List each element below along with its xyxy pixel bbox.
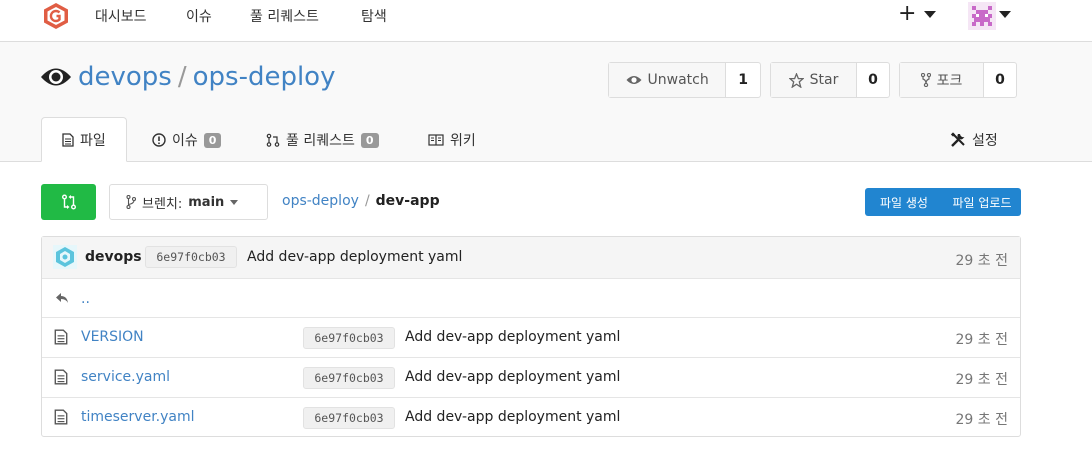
file-row: VERSION 6e97f0cb03 Add dev-app deploymen… [42, 317, 1020, 357]
file-icon [62, 132, 74, 147]
tab-pull-requests[interactable]: 풀 리퀘스트 0 [266, 117, 379, 163]
file-icon [54, 409, 68, 425]
fork-button[interactable]: 포크 [900, 63, 984, 97]
branch-selector[interactable]: 브렌치: main [109, 184, 268, 220]
eye-icon [41, 68, 71, 86]
repo-header: devops / ops-deploy Unwatch 1 Star 0 포크 0 … [0, 42, 1092, 162]
star-count[interactable]: 0 [857, 63, 889, 97]
repo-owner-link[interactable]: devops [78, 62, 172, 92]
logo-icon[interactable] [42, 2, 70, 30]
breadcrumb-root-link[interactable]: ops-deploy [282, 193, 359, 209]
fork-count[interactable]: 0 [984, 63, 1016, 97]
issues-count-badge: 0 [203, 132, 222, 148]
commit-author[interactable]: devops [85, 249, 142, 265]
fork-label: 포크 [936, 73, 963, 89]
top-navbar: 대시보드 이슈 풀 리퀘스트 탐색 + [0, 0, 1092, 42]
file-table: devops 6e97f0cb03 Add dev-app deployment… [41, 236, 1021, 437]
star-icon [788, 72, 804, 88]
breadcrumb-current: dev-app [375, 193, 440, 209]
repo-name-link[interactable]: ops-deploy [193, 62, 336, 92]
pulls-count-badge: 0 [360, 132, 379, 148]
commit-time: 29 초 전 [955, 253, 1008, 269]
chevron-down-icon [230, 199, 239, 205]
tab-wiki[interactable]: 위키 [428, 117, 476, 163]
tab-files[interactable]: 파일 [41, 117, 127, 162]
star-button-group: Star 0 [770, 62, 890, 98]
book-icon [428, 134, 444, 146]
unwatch-label: Unwatch [647, 72, 709, 88]
branch-label: 브렌치: [142, 196, 183, 212]
create-new-button[interactable]: + [898, 2, 916, 26]
eye-icon [626, 76, 641, 84]
tab-files-label: 파일 [80, 132, 106, 149]
tab-wiki-label: 위키 [450, 133, 476, 149]
issue-icon [152, 133, 166, 147]
file-commit-sha[interactable]: 6e97f0cb03 [303, 327, 395, 349]
reply-icon [56, 293, 68, 303]
branch-icon [126, 195, 136, 209]
file-actions-group: 파일 생성 파일 업로드 [865, 188, 1021, 216]
repo-title: devops / ops-deploy [78, 62, 335, 92]
breadcrumb-separator: / [364, 193, 370, 209]
tab-issues-label: 이슈 [172, 133, 198, 149]
fork-button-group: 포크 0 [899, 62, 1017, 98]
nav-dashboard[interactable]: 대시보드 [95, 6, 147, 26]
parent-dir-link[interactable]: .. [81, 291, 90, 307]
file-row: timeserver.yaml 6e97f0cb03 Add dev-app d… [42, 397, 1020, 437]
file-commit-message[interactable]: Add dev-app deployment yaml [405, 329, 620, 345]
pull-request-icon [266, 133, 280, 147]
star-button[interactable]: Star [771, 63, 857, 97]
breadcrumb: ops-deploy / dev-app [282, 193, 440, 209]
upload-file-button[interactable]: 파일 업로드 [943, 194, 1021, 211]
file-commit-sha[interactable]: 6e97f0cb03 [303, 367, 395, 389]
watch-count[interactable]: 1 [726, 63, 760, 97]
file-commit-time: 29 초 전 [955, 412, 1008, 428]
watch-button-group: Unwatch 1 [608, 62, 761, 98]
file-row: service.yaml 6e97f0cb03 Add dev-app depl… [42, 357, 1020, 397]
tab-pull-requests-label: 풀 리퀘스트 [286, 133, 355, 149]
new-file-button[interactable]: 파일 생성 [865, 194, 943, 211]
commit-message[interactable]: Add dev-app deployment yaml [247, 249, 462, 265]
nav-pull-requests[interactable]: 풀 리퀘스트 [250, 6, 319, 26]
file-commit-time: 29 초 전 [955, 332, 1008, 348]
file-icon [54, 329, 68, 345]
tab-settings[interactable]: 설정 [950, 117, 998, 163]
compare-button[interactable] [41, 184, 96, 220]
commit-sha-button[interactable]: 6e97f0cb03 [145, 246, 237, 268]
file-commit-sha[interactable]: 6e97f0cb03 [303, 407, 395, 429]
tab-settings-label: 설정 [972, 133, 998, 149]
tools-icon [950, 132, 965, 147]
star-label: Star [809, 72, 839, 88]
file-name-link[interactable]: service.yaml [81, 369, 170, 385]
tab-issues[interactable]: 이슈 0 [152, 117, 222, 163]
file-icon [54, 369, 68, 385]
file-commit-message[interactable]: Add dev-app deployment yaml [405, 369, 620, 385]
chevron-down-icon[interactable] [999, 11, 1011, 18]
avatar[interactable] [968, 2, 996, 30]
file-commit-message[interactable]: Add dev-app deployment yaml [405, 409, 620, 425]
chevron-down-icon[interactable] [924, 11, 936, 18]
branch-value: main [188, 194, 225, 210]
file-commit-time: 29 초 전 [955, 372, 1008, 388]
file-name-link[interactable]: VERSION [81, 329, 144, 345]
repo-title-separator: / [177, 62, 187, 92]
file-name-link[interactable]: timeserver.yaml [81, 409, 195, 425]
unwatch-button[interactable]: Unwatch [609, 63, 727, 97]
nav-issues[interactable]: 이슈 [186, 6, 212, 26]
compare-icon [61, 194, 76, 210]
fork-icon [920, 73, 931, 87]
latest-commit-row: devops 6e97f0cb03 Add dev-app deployment… [42, 237, 1020, 279]
avatar[interactable] [53, 245, 77, 269]
nav-explore[interactable]: 탐색 [361, 6, 387, 26]
parent-dir-row[interactable]: .. [42, 278, 1020, 318]
